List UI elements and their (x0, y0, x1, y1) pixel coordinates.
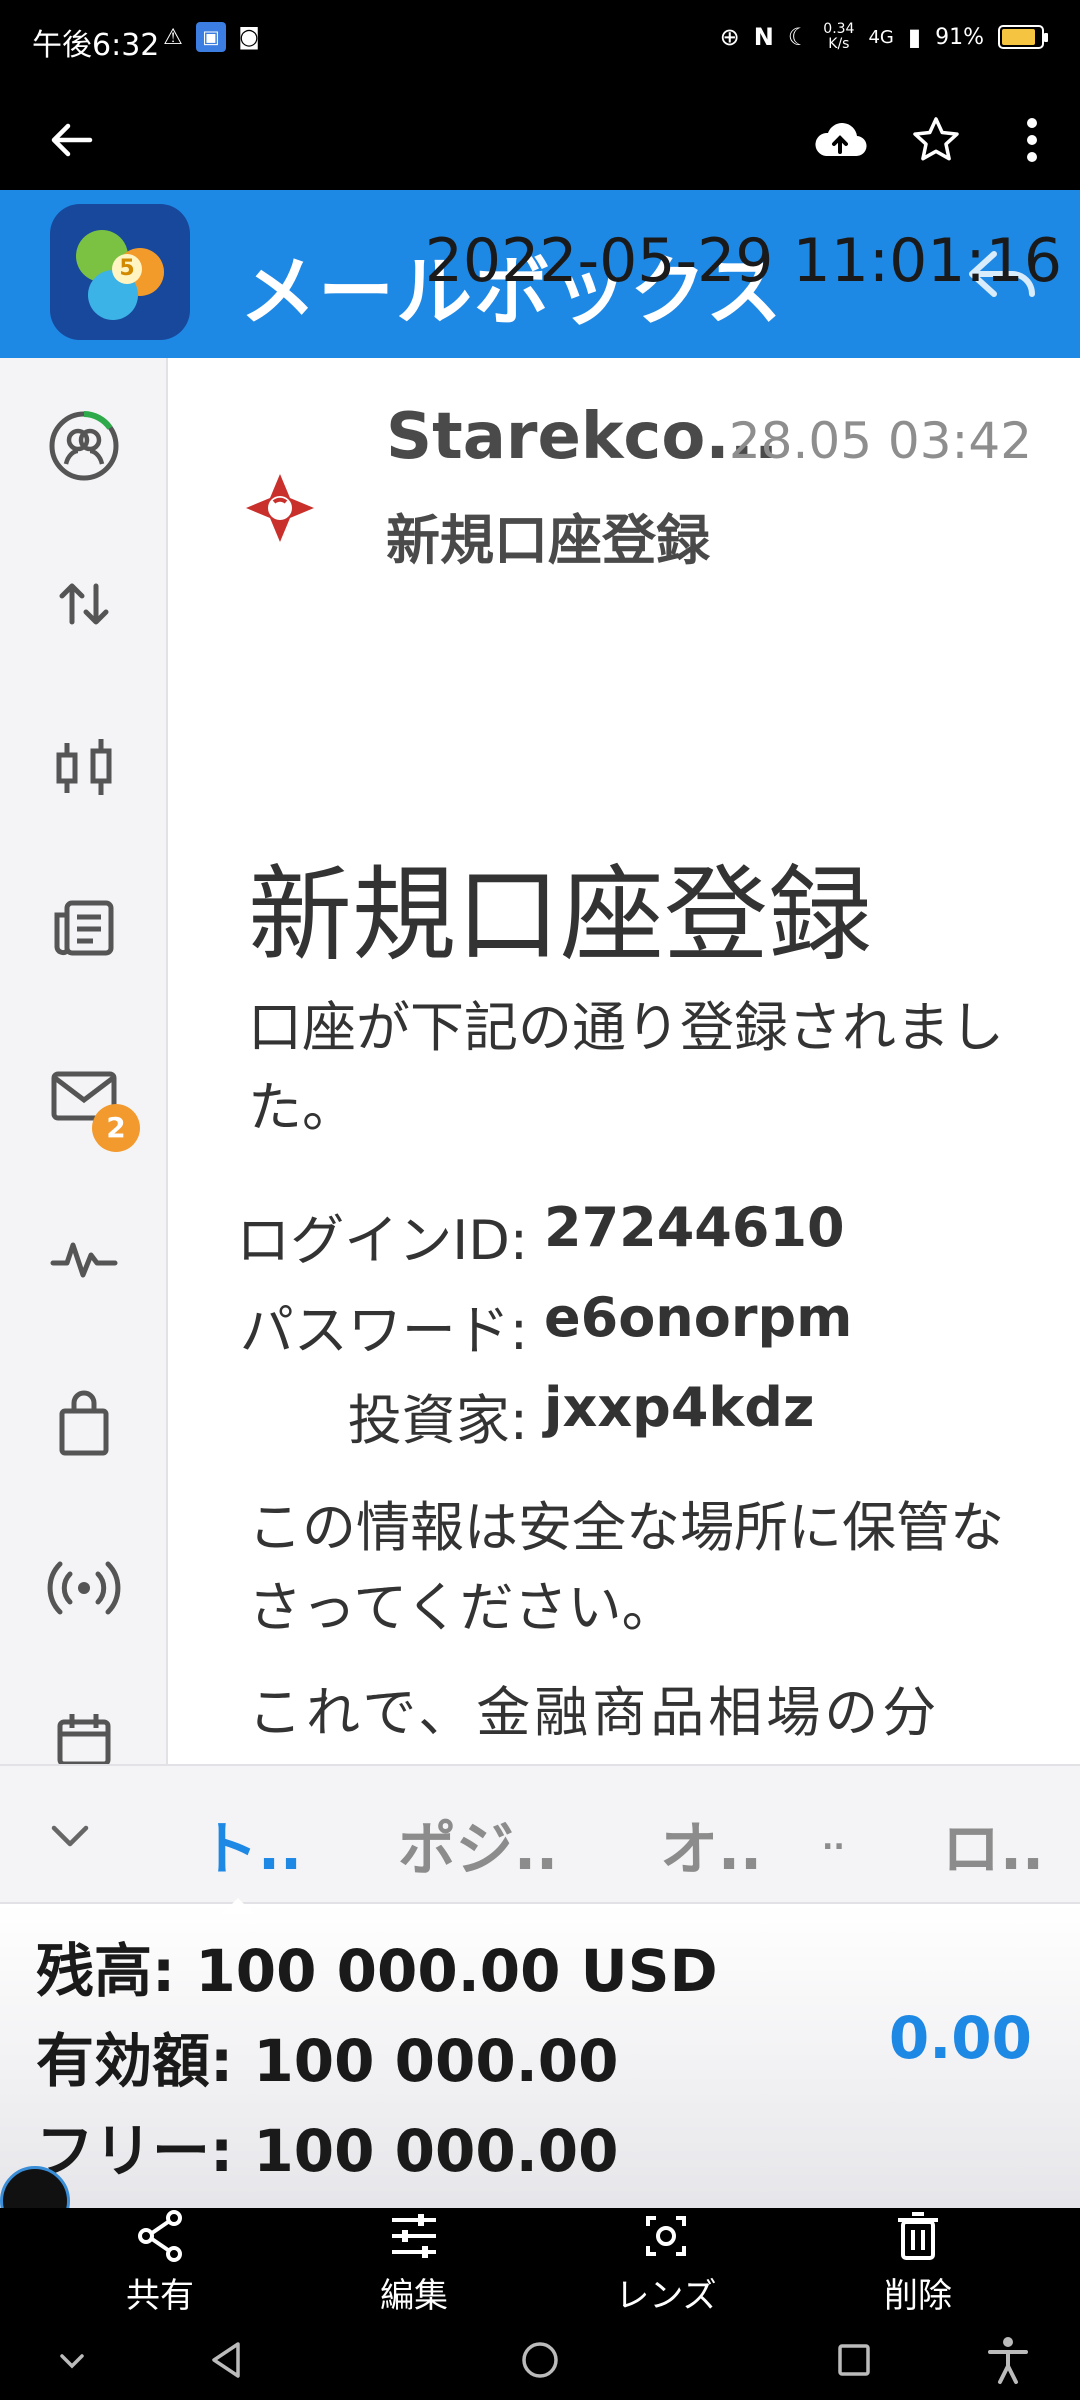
share-icon (130, 2208, 190, 2264)
sidebar-item-calendar[interactable] (0, 1708, 168, 1764)
warning-icon: ⚠ (163, 24, 183, 50)
equity-line: 有効額: 100 000.00 (36, 2027, 619, 2095)
system-nav-bar (0, 2318, 1080, 2400)
edit-button[interactable]: 編集 (324, 2208, 504, 2317)
battery-icon (998, 25, 1048, 49)
pulse-icon (50, 1242, 118, 1278)
sidebar-item-news[interactable] (0, 878, 168, 978)
back-arrow-icon[interactable] (44, 112, 100, 168)
edit-label: 編集 (380, 2276, 448, 2316)
trash-icon (888, 2208, 948, 2264)
app-notification-icon: ▣ (196, 22, 226, 52)
status-bar: 午後6:32 ⚠ ▣ ◙ ⊕ N ☾ 0.34 K/s 4G ▮ 91% (0, 0, 1080, 92)
camera-notification-icon: ◙ (238, 24, 260, 50)
network-speed: 0.34 K/s (823, 22, 854, 52)
delete-button[interactable]: 削除 (828, 2208, 1008, 2317)
tab-log[interactable]: ロ.. (942, 1802, 1044, 1886)
signal-icon: ▮ (907, 23, 922, 51)
tab-trade[interactable]: ト.. (200, 1802, 302, 1886)
chevron-down-icon[interactable] (40, 1806, 100, 1866)
share-label: 共有 (126, 2276, 194, 2316)
body-notice: この情報は安全な場所に保管なさってください。 (248, 1496, 1004, 1639)
more-options-icon[interactable] (1004, 112, 1060, 168)
body-heading: 新規口座登録 (248, 854, 873, 976)
message-subject: 新規口座登録 (386, 509, 710, 572)
sidebar-item-quotes[interactable] (0, 554, 168, 654)
nav-home-icon[interactable] (512, 2332, 568, 2388)
credential-login: ログインID: 27244610 (236, 1196, 988, 1272)
calendar-icon (57, 1714, 111, 1764)
message-date: 28.05 03:42 (728, 412, 1032, 470)
network-speed-value: 0.34 (823, 21, 855, 37)
broadcast-icon (47, 1561, 121, 1615)
credential-label: ログインID: (236, 1209, 528, 1272)
status-system-icons: ⊕ N ☾ 0.34 K/s 4G ▮ 91% (719, 22, 1048, 52)
message-view: Starekco... 28.05 03:42 新規口座登録 新規口座登録 口座… (168, 358, 1080, 1764)
network-speed-unit: K/s (828, 36, 850, 52)
credential-label: 投資家: (347, 1389, 528, 1452)
credential-label: パスワード: (239, 1299, 528, 1362)
delete-label: 削除 (884, 2276, 952, 2316)
tab-positions[interactable]: ポジ.. (398, 1802, 558, 1886)
sidebar-item-market[interactable] (0, 1374, 168, 1474)
sync-icon: ⊕ (719, 23, 740, 51)
nfc-icon: N (753, 23, 774, 51)
cloud-upload-icon[interactable] (812, 112, 868, 168)
do-not-disturb-moon-icon: ☾ (787, 23, 810, 51)
candlestick-icon (56, 739, 112, 795)
up-down-arrows-icon (59, 583, 109, 625)
battery-percent: 91% (935, 24, 984, 50)
terminal-tab-strip: ト.. ポジ.. オ.. .. ロ.. (0, 1764, 1080, 1904)
viewer-toolbar (0, 92, 1080, 190)
nav-back-icon[interactable] (200, 2332, 256, 2388)
body-continued: これで、金融商品相場の分 (248, 1681, 941, 1744)
mail-unread-badge: 2 (92, 1104, 140, 1152)
shopping-bag-icon (59, 1390, 109, 1456)
nav-recents-icon[interactable] (826, 2332, 882, 2388)
accounts-icon (49, 411, 119, 481)
star-icon[interactable] (908, 112, 964, 168)
metatrader-logo-icon: 5 (50, 204, 190, 340)
body-intro: 口座が下記の通り登録されました。 (248, 996, 1004, 1139)
share-button[interactable]: 共有 (70, 2208, 250, 2317)
sidebar-item-chart[interactable] (0, 718, 168, 818)
accessibility-icon[interactable] (980, 2332, 1036, 2388)
credential-password: パスワード: e6onorpm (240, 1286, 988, 1362)
status-time: 午後6:32 (32, 28, 160, 63)
nav-collapse-icon[interactable] (44, 2332, 100, 2388)
lens-button[interactable]: レンズ (576, 2208, 756, 2317)
account-summary: 残高: 100 000.00 USD 有効額: 100 000.00 フリー: … (0, 1904, 1080, 2208)
lens-label: レンズ (615, 2276, 717, 2316)
free-margin-line: フリー: 100 000.00 (36, 2117, 619, 2185)
credential-investor: 投資家: jxxp4kdz (248, 1376, 988, 1452)
screenshot-timestamp: 2022-05-29 11:01:16 (424, 226, 1062, 296)
sidebar: 2 (0, 358, 168, 1764)
sender-logo-icon (240, 468, 320, 548)
sidebar-item-mailbox[interactable]: 2 (0, 1048, 168, 1152)
sidebar-item-signals[interactable] (0, 1538, 168, 1638)
lens-icon (636, 2208, 696, 2264)
sidebar-item-accounts[interactable] (0, 396, 168, 496)
tab-orders[interactable]: オ.. (660, 1802, 762, 1886)
viewer-actions: 共有 編集 レンズ 削除 (0, 2208, 1080, 2318)
status-notification-icons: ⚠ ▣ ◙ (158, 22, 264, 52)
tab-hidden[interactable]: .. (822, 1822, 845, 1857)
news-icon (54, 900, 114, 956)
sliders-icon (384, 2208, 444, 2264)
network-type: 4G (868, 26, 894, 48)
credential-value: e6onorpm (544, 1286, 853, 1349)
balance-line: 残高: 100 000.00 USD (36, 1937, 718, 2005)
credential-value: 27244610 (544, 1196, 845, 1259)
sender-name: Starekco... (386, 400, 779, 474)
profit-value: 0.00 (888, 2004, 1032, 2072)
credential-value: jxxp4kdz (544, 1376, 815, 1439)
active-tab-pointer (222, 1898, 254, 1914)
sidebar-item-journal[interactable] (0, 1208, 168, 1308)
